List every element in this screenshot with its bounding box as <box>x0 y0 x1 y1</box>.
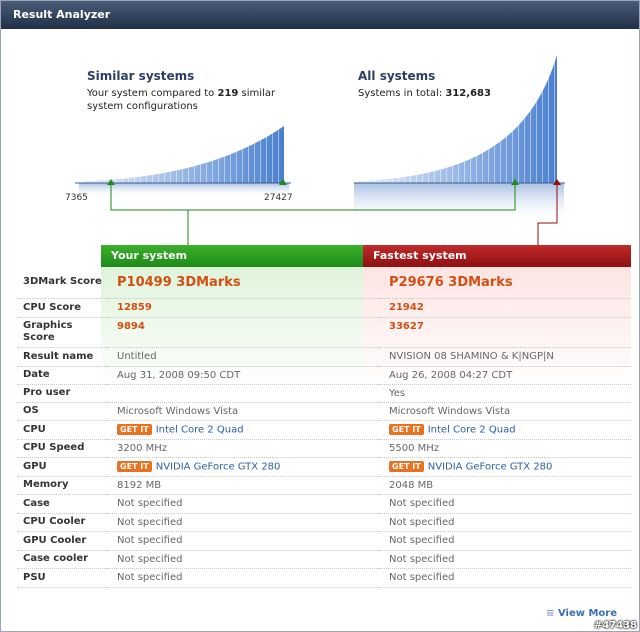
your-gpu-link[interactable]: NVIDIA GeForce GTX 280 <box>156 461 281 472</box>
your-result-name: Untitled <box>107 347 379 367</box>
your-pro-user <box>107 384 379 403</box>
row-label: Result name <box>17 347 107 367</box>
your-cpu-cooler: Not specified <box>107 513 379 532</box>
row-label: GPU <box>17 457 107 477</box>
table-row-pro-user: Pro user Yes <box>17 384 631 403</box>
your-date: Aug 31, 2008 09:50 CDT <box>107 366 379 385</box>
fastest-cpu-score: 21942 <box>389 302 424 313</box>
fastest-3dmark-score: P29676 3DMarks <box>389 274 513 290</box>
list-icon: ≡ <box>546 608 555 619</box>
your-case: Not specified <box>107 494 379 514</box>
row-label: Graphics Score <box>17 317 107 348</box>
axis-min-label: 7365 <box>65 193 88 203</box>
similar-systems-curve <box>75 126 291 197</box>
your-psu: Not specified <box>107 568 379 588</box>
analyzer-content: Similar systems Your system compared to … <box>9 29 631 623</box>
table-row-cpu: CPU GET IT Intel Core 2 Quad GET IT Intel … <box>17 420 631 440</box>
your-gpu-cooler: Not specified <box>107 531 379 551</box>
row-label: CPU Score <box>17 298 107 318</box>
your-cpu-speed: 3200 MHz <box>107 439 379 458</box>
fastest-system-header: Fastest system <box>363 245 631 267</box>
row-label: 3DMark Score <box>17 267 107 299</box>
fastest-psu: Not specified <box>379 568 631 588</box>
fastest-cpu-link[interactable]: Intel Core 2 Quad <box>428 424 516 435</box>
table-row-graphics-score: Graphics Score 9894 33627 <box>17 317 631 348</box>
get-it-button[interactable]: GET IT <box>389 460 424 472</box>
get-it-button[interactable]: GET IT <box>389 423 424 435</box>
table-row-cpu-speed: CPU Speed 3200 MHz 5500 MHz <box>17 439 631 458</box>
row-label: Date <box>17 366 107 385</box>
get-it-button[interactable]: GET IT <box>117 423 152 435</box>
fastest-result-name: NVISION 08 SHAMINO & K|NGP|N <box>379 347 631 367</box>
table-row-psu: PSU Not specified Not specified <box>17 568 631 588</box>
table-row-3dmark-score: 3DMark Score P10499 3DMarks P29676 3DMar… <box>17 267 631 299</box>
fastest-case: Not specified <box>379 494 631 514</box>
axis-max-label: 27427 <box>264 193 293 203</box>
row-label: Memory <box>17 476 107 495</box>
table-row-cpu-cooler: CPU Cooler Not specified Not specified <box>17 513 631 532</box>
table-row-gpu: GPU GET IT NVIDIA GeForce GTX 280 GET IT N… <box>17 457 631 477</box>
table-row-result-name: Result name Untitled NVISION 08 SHAMINO … <box>17 347 631 367</box>
fastest-os: Microsoft Windows Vista <box>379 402 631 421</box>
row-label: PSU <box>17 568 107 588</box>
window-title: Result Analyzer <box>1 1 639 29</box>
fastest-case-cooler: Not specified <box>379 550 631 569</box>
fastest-cpu-cooler: Not specified <box>379 513 631 532</box>
table-row-memory: Memory 8192 MB 2048 MB <box>17 476 631 495</box>
row-label: CPU <box>17 420 107 440</box>
your-case-cooler: Not specified <box>107 550 379 569</box>
table-row-case: Case Not specified Not specified <box>17 494 631 514</box>
fastest-pro-user: Yes <box>379 384 631 403</box>
get-it-button[interactable]: GET IT <box>117 460 152 472</box>
fastest-cpu-speed: 5500 MHz <box>379 439 631 458</box>
table-row-os: OS Microsoft Windows Vista Microsoft Win… <box>17 402 631 421</box>
your-os: Microsoft Windows Vista <box>107 402 379 421</box>
all-systems-curve <box>354 55 565 223</box>
view-more-link[interactable]: ≡ View More <box>546 608 617 619</box>
table-row-case-cooler: Case cooler Not specified Not specified <box>17 550 631 569</box>
results-table: 3DMark Score P10499 3DMarks P29676 3DMar… <box>17 267 631 588</box>
row-label: Case cooler <box>17 550 107 569</box>
result-analyzer-window: Result Analyzer Similar systems Your sys… <box>0 0 640 632</box>
fastest-gpu-link[interactable]: NVIDIA GeForce GTX 280 <box>428 461 553 472</box>
your-cpu-score: 12859 <box>117 302 152 313</box>
row-label: CPU Speed <box>17 439 107 458</box>
table-row-date: Date Aug 31, 2008 09:50 CDT Aug 26, 2008… <box>17 366 631 385</box>
fastest-graphics-score: 33627 <box>389 320 424 332</box>
your-system-header: Your system <box>101 245 363 267</box>
distribution-graphs <box>75 55 565 245</box>
row-label: Pro user <box>17 384 107 403</box>
fastest-date: Aug 26, 2008 04:27 CDT <box>379 366 631 385</box>
table-row-gpu-cooler: GPU Cooler Not specified Not specified <box>17 531 631 551</box>
your-graphics-score: 9894 <box>117 320 145 332</box>
fastest-gpu-cooler: Not specified <box>379 531 631 551</box>
your-cpu-link[interactable]: Intel Core 2 Quad <box>156 424 244 435</box>
row-label: Case <box>17 494 107 514</box>
fastest-memory: 2048 MB <box>379 476 631 495</box>
row-label: OS <box>17 402 107 421</box>
table-row-cpu-score: CPU Score 12859 21942 <box>17 298 631 318</box>
row-label: GPU Cooler <box>17 531 107 551</box>
watermark: #47438 <box>593 620 637 631</box>
row-label: CPU Cooler <box>17 513 107 532</box>
your-memory: 8192 MB <box>107 476 379 495</box>
your-3dmark-score: P10499 3DMarks <box>117 274 241 290</box>
